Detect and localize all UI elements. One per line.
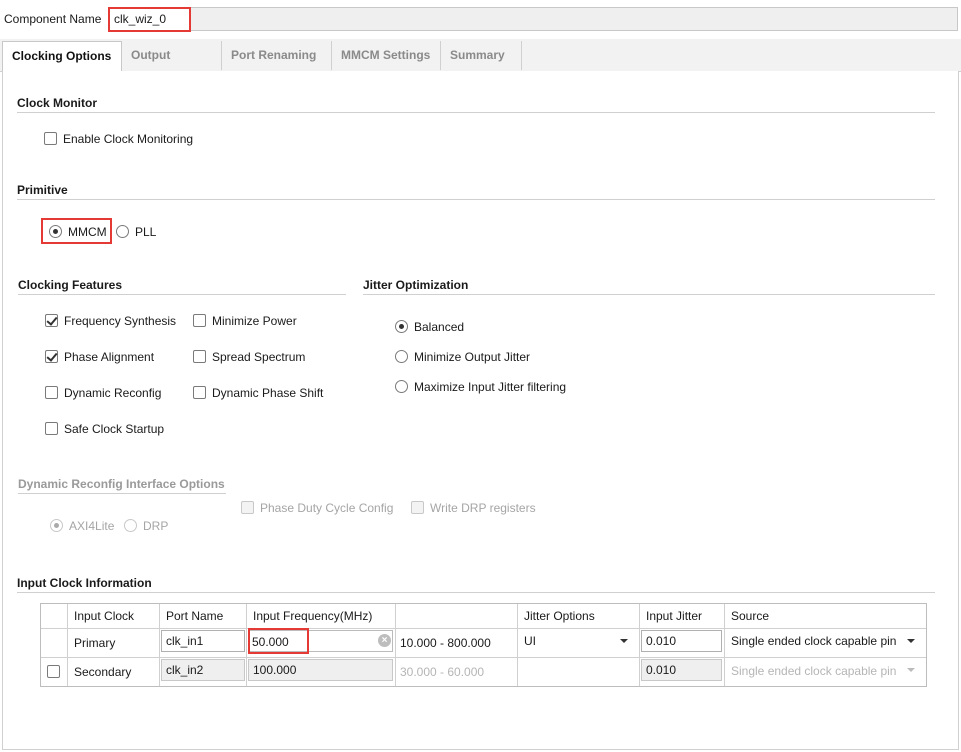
component-name-input[interactable]: clk_wiz_0 [108, 7, 191, 32]
maximize-input-jitter-label: Maximize Input Jitter filtering [414, 380, 567, 394]
component-name-field-bg [108, 7, 958, 31]
phase-duty-cycle-checkbox[interactable] [241, 501, 254, 514]
axi4lite-label: AXI4Lite [69, 519, 115, 533]
tab-mmcm-settings[interactable]: MMCM Settings [332, 41, 441, 70]
minimize-output-jitter-radio[interactable] [395, 350, 408, 363]
primary-frequency-range: 10.000 - 800.000 [400, 636, 491, 650]
clock-monitor-divider [17, 112, 935, 113]
minimize-power-label: Minimize Power [212, 314, 297, 328]
primary-jitter-options-select[interactable]: UI [524, 634, 536, 648]
drp-options-divider [18, 493, 226, 494]
write-drp-registers-checkbox[interactable] [411, 501, 424, 514]
spread-spectrum-checkbox[interactable] [193, 350, 206, 363]
secondary-frequency-input[interactable]: 100.000 [248, 659, 393, 681]
spread-spectrum-label: Spread Spectrum [212, 350, 306, 364]
clocking-features-title: Clocking Features [18, 278, 123, 292]
enable-clock-monitoring-label: Enable Clock Monitoring [63, 132, 194, 146]
safe-clock-startup-checkbox[interactable] [45, 422, 58, 435]
chevron-down-icon[interactable] [907, 639, 915, 643]
primary-input-jitter-input[interactable]: 0.010 [641, 630, 722, 652]
tab-port-renaming[interactable]: Port Renaming [222, 41, 332, 70]
secondary-input-clock-name: Secondary [74, 665, 132, 679]
phase-alignment-checkbox[interactable] [45, 350, 58, 363]
table-header-select [41, 604, 68, 628]
clear-icon[interactable]: × [378, 634, 391, 647]
input-clock-title: Input Clock Information [17, 576, 152, 590]
chevron-down-icon[interactable] [907, 668, 915, 672]
table-header-range [396, 604, 518, 628]
primary-input-clock-name: Primary [74, 636, 116, 650]
clocking-features-divider [18, 294, 346, 295]
table-header-port-name: Port Name [160, 604, 247, 628]
secondary-source-select[interactable]: Single ended clock capable pin [731, 664, 899, 678]
dynamic-reconfig-label: Dynamic Reconfig [64, 386, 162, 400]
mmcm-label: MMCM [68, 225, 107, 239]
mmcm-radio[interactable] [49, 225, 62, 238]
axi4lite-radio[interactable] [50, 519, 63, 532]
jitter-optimization-divider [363, 294, 935, 295]
tab-output-clocks[interactable]: Output Clocks [122, 41, 222, 90]
pll-radio[interactable] [116, 225, 129, 238]
primary-port-name-input[interactable]: clk_in1 [161, 630, 245, 652]
dynamic-phase-shift-checkbox[interactable] [193, 386, 206, 399]
minimize-output-jitter-label: Minimize Output Jitter [414, 350, 531, 364]
safe-clock-startup-label: Safe Clock Startup [64, 422, 165, 436]
primitive-divider [17, 199, 935, 200]
table-header-input-frequency: Input Frequency(MHz) [247, 604, 396, 628]
balanced-radio[interactable] [395, 320, 408, 333]
secondary-input-jitter-input[interactable]: 0.010 [641, 659, 722, 681]
phase-alignment-label: Phase Alignment [64, 350, 155, 364]
secondary-enable-checkbox[interactable] [47, 665, 60, 678]
table-header-input-jitter: Input Jitter [640, 604, 725, 628]
drp-label: DRP [143, 519, 169, 533]
maximize-input-jitter-radio[interactable] [395, 380, 408, 393]
dynamic-phase-shift-label: Dynamic Phase Shift [212, 386, 324, 400]
component-name-label: Component Name [4, 12, 102, 26]
jitter-optimization-title: Jitter Optimization [363, 278, 469, 292]
frequency-synthesis-checkbox[interactable] [45, 314, 58, 327]
drp-radio[interactable] [124, 519, 137, 532]
phase-duty-cycle-label: Phase Duty Cycle Config [260, 501, 394, 515]
secondary-port-name-input[interactable]: clk_in2 [161, 659, 245, 681]
primary-frequency-input[interactable]: 50.000 [252, 635, 289, 649]
clock-monitor-title: Clock Monitor [17, 96, 97, 110]
balanced-label: Balanced [414, 320, 465, 334]
frequency-synthesis-label: Frequency Synthesis [64, 314, 177, 328]
table-header-input-clock: Input Clock [68, 604, 160, 628]
primitive-title: Primitive [17, 183, 68, 197]
primary-source-select[interactable]: Single ended clock capable pin [731, 634, 899, 648]
chevron-down-icon[interactable] [620, 639, 628, 643]
secondary-frequency-range: 30.000 - 60.000 [400, 665, 485, 679]
dynamic-reconfig-checkbox[interactable] [45, 386, 58, 399]
input-clock-divider [17, 592, 935, 593]
table-header-jitter-options: Jitter Options [518, 604, 640, 628]
pll-label: PLL [135, 225, 157, 239]
table-header-source: Source [725, 604, 926, 628]
write-drp-registers-label: Write DRP registers [430, 501, 536, 515]
tab-summary[interactable]: Summary [441, 41, 522, 70]
drp-options-title: Dynamic Reconfig Interface Options [18, 477, 225, 491]
enable-clock-monitoring-checkbox[interactable] [44, 132, 57, 145]
minimize-power-checkbox[interactable] [193, 314, 206, 327]
tab-clocking-options[interactable]: Clocking Options [2, 41, 122, 72]
